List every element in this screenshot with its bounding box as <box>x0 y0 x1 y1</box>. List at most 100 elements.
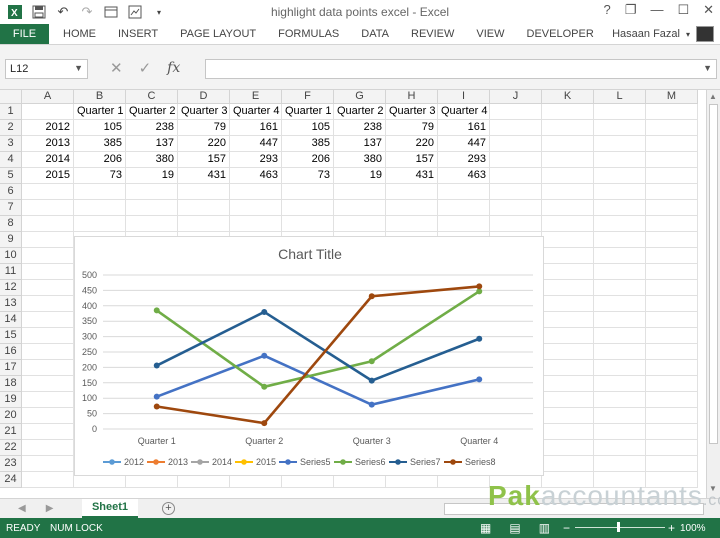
cell-g8[interactable] <box>334 216 386 232</box>
row-header-12[interactable]: 12 <box>0 280 22 296</box>
row-header-24[interactable]: 24 <box>0 472 22 488</box>
cell-m18[interactable] <box>646 376 698 392</box>
enter-icon[interactable]: ✓ <box>139 59 152 77</box>
select-all-corner[interactable] <box>0 90 22 104</box>
row-header-2[interactable]: 2 <box>0 120 22 136</box>
cell-k5[interactable] <box>542 168 594 184</box>
column-header-h[interactable]: H <box>386 90 438 104</box>
row-header-23[interactable]: 23 <box>0 456 22 472</box>
cell-m6[interactable] <box>646 184 698 200</box>
cell-m9[interactable] <box>646 232 698 248</box>
cell-c5[interactable]: 19 <box>126 168 178 184</box>
line-chart[interactable]: Chart Title 0 50 100 150 200 250 300 350 400 450 50… <box>74 236 544 476</box>
cell-j2[interactable] <box>490 120 542 136</box>
cell-g7[interactable] <box>334 200 386 216</box>
cell-i4[interactable]: 293 <box>438 152 490 168</box>
row-header-11[interactable]: 11 <box>0 264 22 280</box>
cell-a2[interactable]: 2012 <box>22 120 74 136</box>
cell-g3[interactable]: 137 <box>334 136 386 152</box>
cell-k1[interactable] <box>542 104 594 120</box>
cell-h4[interactable]: 157 <box>386 152 438 168</box>
cell-l8[interactable] <box>594 216 646 232</box>
next-sheet-icon[interactable]: ▶ <box>46 503 54 514</box>
tab-view[interactable]: VIEW <box>476 28 504 40</box>
cell-m23[interactable] <box>646 456 698 472</box>
cell-l21[interactable] <box>594 424 646 440</box>
cell-l9[interactable] <box>594 232 646 248</box>
row-header-18[interactable]: 18 <box>0 376 22 392</box>
cell-b7[interactable] <box>74 200 126 216</box>
column-header-m[interactable]: M <box>646 90 698 104</box>
cell-j5[interactable] <box>490 168 542 184</box>
cell-c7[interactable] <box>126 200 178 216</box>
cell-k13[interactable] <box>542 296 594 312</box>
cell-k6[interactable] <box>542 184 594 200</box>
cell-e8[interactable] <box>230 216 282 232</box>
cell-a21[interactable] <box>22 424 74 440</box>
cell-i1[interactable]: Quarter 4 <box>438 104 490 120</box>
row-header-3[interactable]: 3 <box>0 136 22 152</box>
cell-m11[interactable] <box>646 264 698 280</box>
cell-i2[interactable]: 161 <box>438 120 490 136</box>
cell-a23[interactable] <box>22 456 74 472</box>
close-icon[interactable]: ✕ <box>703 2 714 18</box>
cell-e5[interactable]: 463 <box>230 168 282 184</box>
cell-m12[interactable] <box>646 280 698 296</box>
cell-l12[interactable] <box>594 280 646 296</box>
cell-c8[interactable] <box>126 216 178 232</box>
cancel-icon[interactable]: ✕ <box>110 59 123 77</box>
cell-l23[interactable] <box>594 456 646 472</box>
tab-data[interactable]: DATA <box>361 28 389 40</box>
cell-k14[interactable] <box>542 312 594 328</box>
zoom-slider[interactable] <box>575 527 665 528</box>
cell-l13[interactable] <box>594 296 646 312</box>
cell-d5[interactable]: 431 <box>178 168 230 184</box>
cell-m16[interactable] <box>646 344 698 360</box>
column-header-d[interactable]: D <box>178 90 230 104</box>
cell-b1[interactable]: Quarter 1 <box>74 104 126 120</box>
cell-d4[interactable]: 157 <box>178 152 230 168</box>
cell-d3[interactable]: 220 <box>178 136 230 152</box>
user-account[interactable]: Hasaan Fazal ▾ <box>612 26 714 42</box>
expand-formula-bar-icon[interactable]: ▼ <box>703 63 712 73</box>
column-header-l[interactable]: L <box>594 90 646 104</box>
column-header-e[interactable]: E <box>230 90 282 104</box>
cell-f6[interactable] <box>282 184 334 200</box>
cell-f8[interactable] <box>282 216 334 232</box>
cell-a11[interactable] <box>22 264 74 280</box>
cell-m10[interactable] <box>646 248 698 264</box>
cell-j1[interactable] <box>490 104 542 120</box>
cell-i7[interactable] <box>438 200 490 216</box>
formula-input[interactable]: ▼ <box>205 59 717 79</box>
cell-a20[interactable] <box>22 408 74 424</box>
chevron-down-icon[interactable]: ▼ <box>74 63 83 73</box>
cell-g6[interactable] <box>334 184 386 200</box>
cell-i5[interactable]: 463 <box>438 168 490 184</box>
cell-c6[interactable] <box>126 184 178 200</box>
row-header-17[interactable]: 17 <box>0 360 22 376</box>
cell-k18[interactable] <box>542 376 594 392</box>
cell-l14[interactable] <box>594 312 646 328</box>
scroll-thumb[interactable] <box>709 104 718 444</box>
cell-f1[interactable]: Quarter 1 <box>282 104 334 120</box>
cell-c4[interactable]: 380 <box>126 152 178 168</box>
column-header-a[interactable]: A <box>22 90 74 104</box>
row-header-1[interactable]: 1 <box>0 104 22 120</box>
cell-f4[interactable]: 206 <box>282 152 334 168</box>
cell-e7[interactable] <box>230 200 282 216</box>
cell-a4[interactable]: 2014 <box>22 152 74 168</box>
cell-a9[interactable] <box>22 232 74 248</box>
cell-m1[interactable] <box>646 104 698 120</box>
insert-function-icon[interactable]: fx <box>167 60 180 76</box>
cell-m13[interactable] <box>646 296 698 312</box>
cell-l3[interactable] <box>594 136 646 152</box>
tab-file[interactable]: FILE <box>0 24 49 44</box>
zoom-slider-thumb[interactable] <box>617 522 620 532</box>
cell-k3[interactable] <box>542 136 594 152</box>
page-break-view-icon[interactable]: ▥ <box>539 521 550 535</box>
cell-b4[interactable]: 206 <box>74 152 126 168</box>
cell-l1[interactable] <box>594 104 646 120</box>
cell-f5[interactable]: 73 <box>282 168 334 184</box>
cell-g4[interactable]: 380 <box>334 152 386 168</box>
column-header-j[interactable]: J <box>490 90 542 104</box>
